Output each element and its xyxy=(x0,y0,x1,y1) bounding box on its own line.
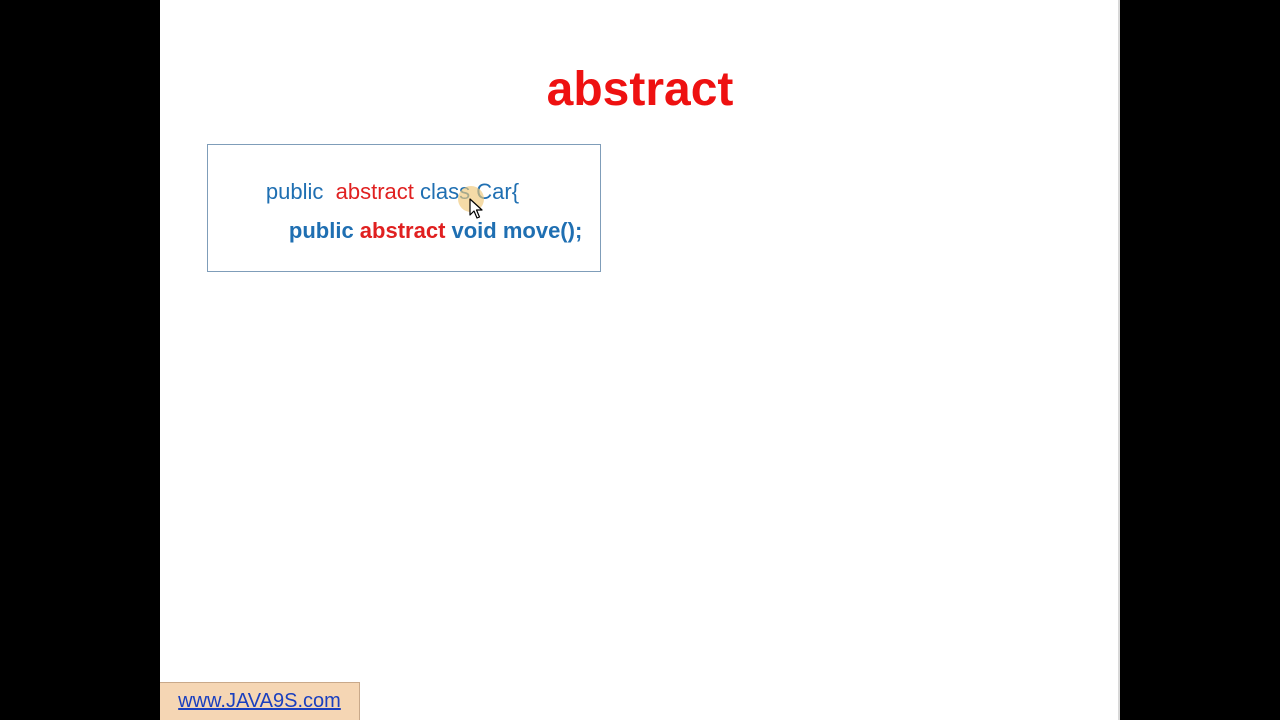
code-token: public xyxy=(288,218,360,243)
video-frame: abstract public abstract class Car{ publ… xyxy=(0,0,1280,720)
mouse-pointer-icon xyxy=(469,198,483,219)
code-token-abstract: abstract xyxy=(359,218,446,243)
website-link[interactable]: www.JAVA9S.com xyxy=(160,682,360,720)
slide-edge-divider xyxy=(1118,0,1120,720)
slide-title: abstract xyxy=(546,63,734,116)
code-snippet-box: public abstract class Car{ public abstra… xyxy=(207,144,601,272)
code-token: void move(); xyxy=(445,218,583,243)
presentation-slide: abstract public abstract class Car{ publ… xyxy=(160,0,1120,720)
code-line-method-declaration: public abstract void move(); xyxy=(240,192,582,270)
